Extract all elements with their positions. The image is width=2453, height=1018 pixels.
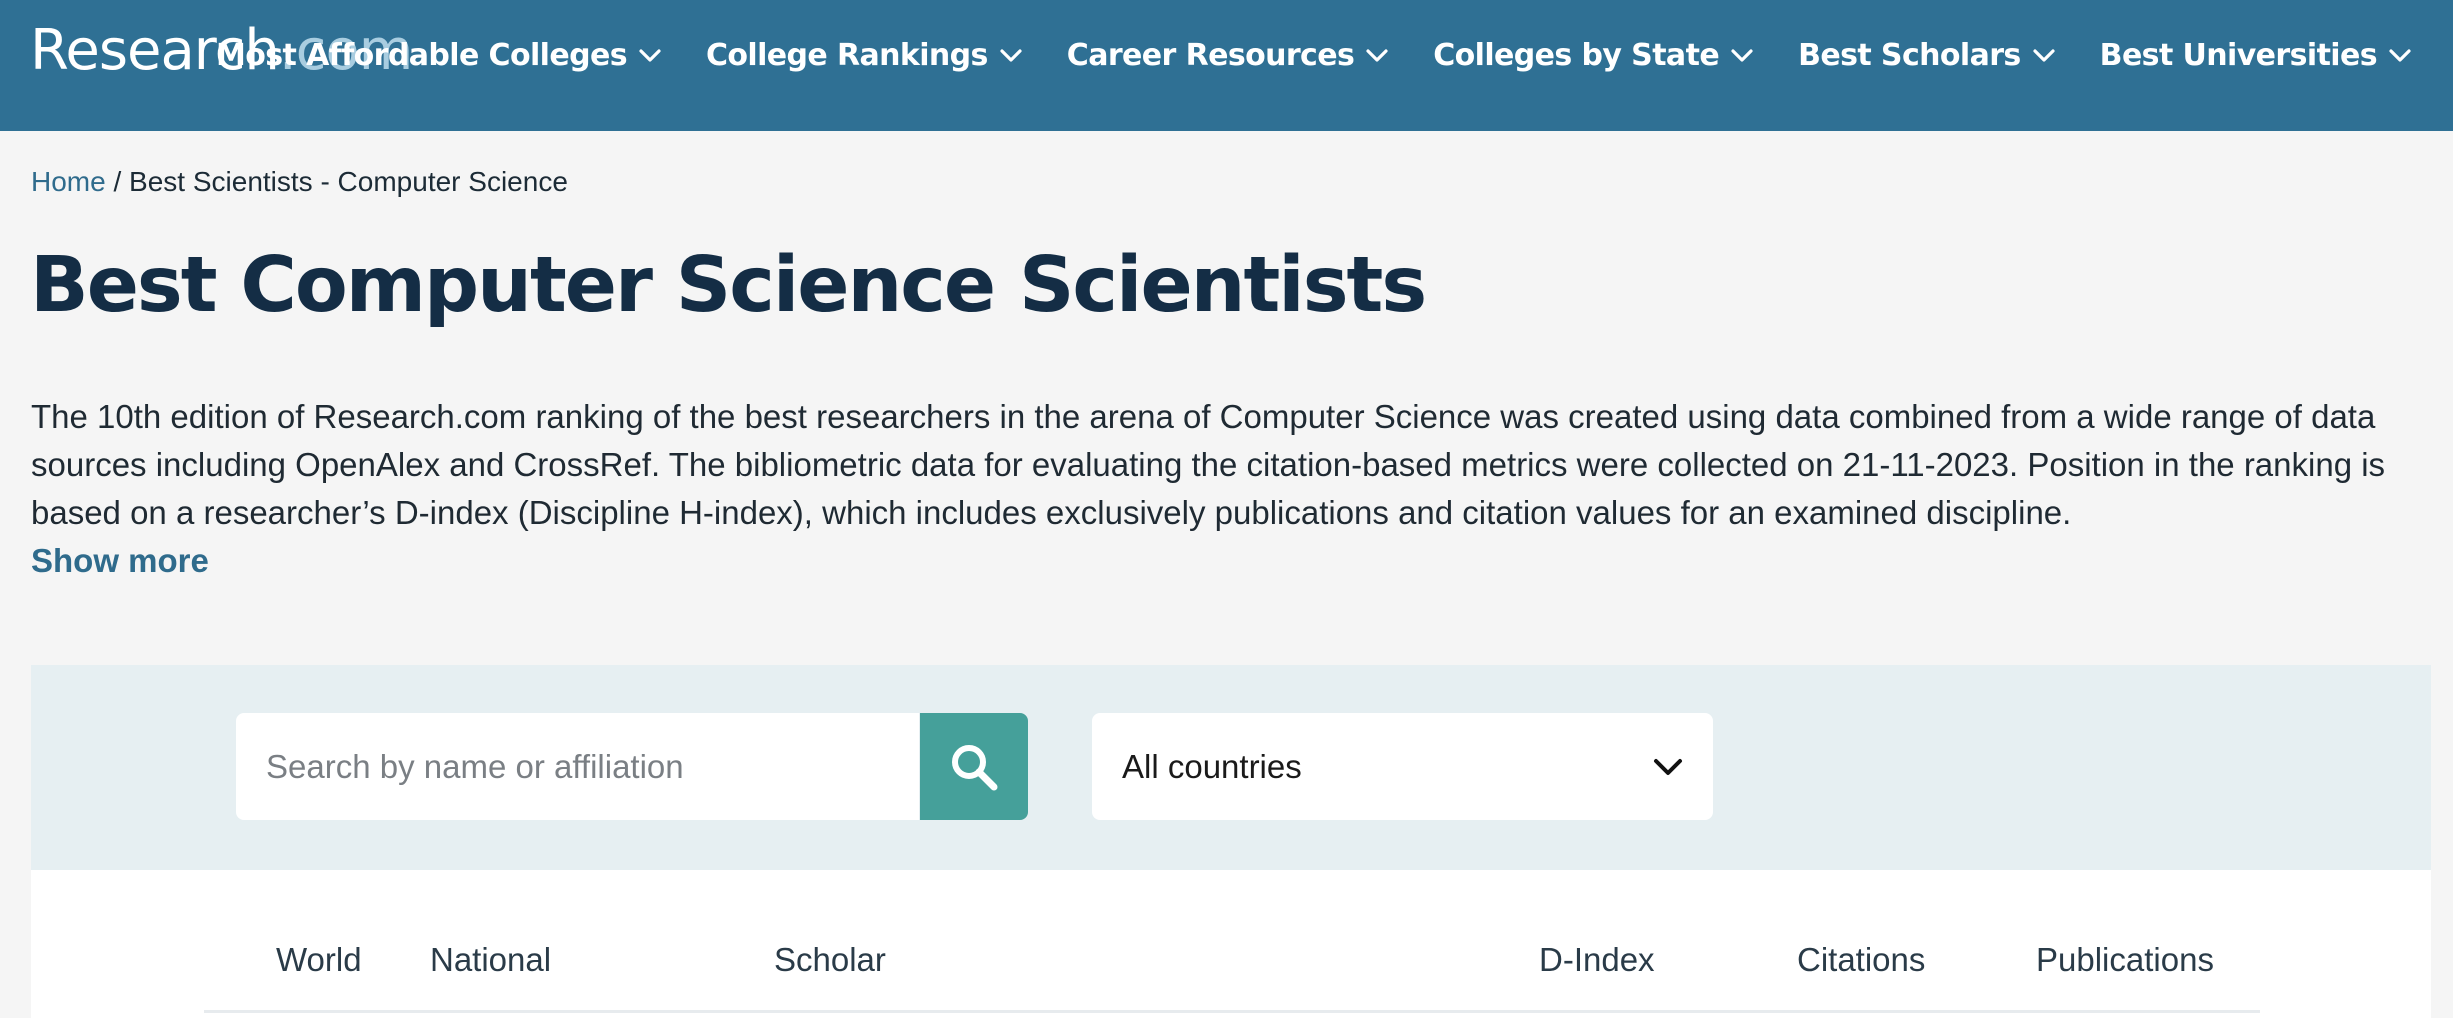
country-select-value: All countries: [1122, 747, 1302, 785]
chevron-down-icon: [2389, 49, 2411, 62]
filter-bar: All countries: [31, 665, 2431, 870]
nav-label: Best Scholars: [1798, 38, 2021, 73]
nav-career-resources[interactable]: Career Resources: [1067, 32, 1388, 80]
nav-label: Best Universities: [2099, 38, 2378, 73]
column-header-publications[interactable]: Publications: [2036, 936, 2214, 984]
search-input[interactable]: [236, 713, 919, 820]
nav-college-rankings[interactable]: College Rankings: [706, 32, 1022, 80]
nav-most-affordable-colleges[interactable]: Most Affordable Colleges: [216, 32, 661, 80]
nav-label: Colleges by State: [1433, 38, 1720, 73]
column-header-national[interactable]: National: [430, 936, 551, 984]
country-select[interactable]: All countries: [1092, 713, 1713, 820]
page-title: Best Computer Science Scientists: [30, 241, 1427, 330]
column-header-scholar[interactable]: Scholar: [774, 936, 886, 984]
site-header: Research.com Most Affordable Colleges Co…: [0, 0, 2453, 131]
nav-label: Most Affordable Colleges: [216, 38, 628, 73]
ranking-table: World National Scholar D-Index Citations…: [31, 870, 2431, 1018]
chevron-down-icon: [1366, 49, 1388, 62]
main-nav: Most Affordable Colleges College Ranking…: [216, 32, 2411, 80]
breadcrumb-home-link[interactable]: Home: [31, 166, 106, 197]
chevron-down-icon: [1654, 758, 1682, 775]
intro-text: The 10th edition of Research.com ranking…: [31, 398, 2386, 531]
chevron-down-icon: [1731, 49, 1753, 62]
column-header-citations[interactable]: Citations: [1797, 936, 1925, 984]
breadcrumb: Home / Best Scientists - Computer Scienc…: [31, 162, 568, 202]
chevron-down-icon: [639, 49, 661, 62]
nav-best-scholars[interactable]: Best Scholars: [1798, 32, 2055, 80]
chevron-down-icon: [2033, 49, 2055, 62]
column-header-world[interactable]: World: [276, 936, 362, 984]
chevron-down-icon: [1000, 49, 1022, 62]
show-more-link[interactable]: Show more: [31, 537, 209, 585]
search-icon: [952, 744, 998, 790]
nav-label: Career Resources: [1066, 38, 1355, 73]
breadcrumb-current: Best Scientists - Computer Science: [129, 166, 568, 197]
table-header-row: World National Scholar D-Index Citations…: [204, 870, 2260, 1013]
search-button[interactable]: [920, 713, 1028, 820]
nav-label: College Rankings: [705, 38, 988, 73]
nav-colleges-by-state[interactable]: Colleges by State: [1433, 32, 1753, 80]
breadcrumb-separator: /: [105, 166, 130, 197]
nav-best-universities[interactable]: Best Universities: [2100, 32, 2411, 80]
column-header-d-index[interactable]: D-Index: [1539, 936, 1655, 984]
